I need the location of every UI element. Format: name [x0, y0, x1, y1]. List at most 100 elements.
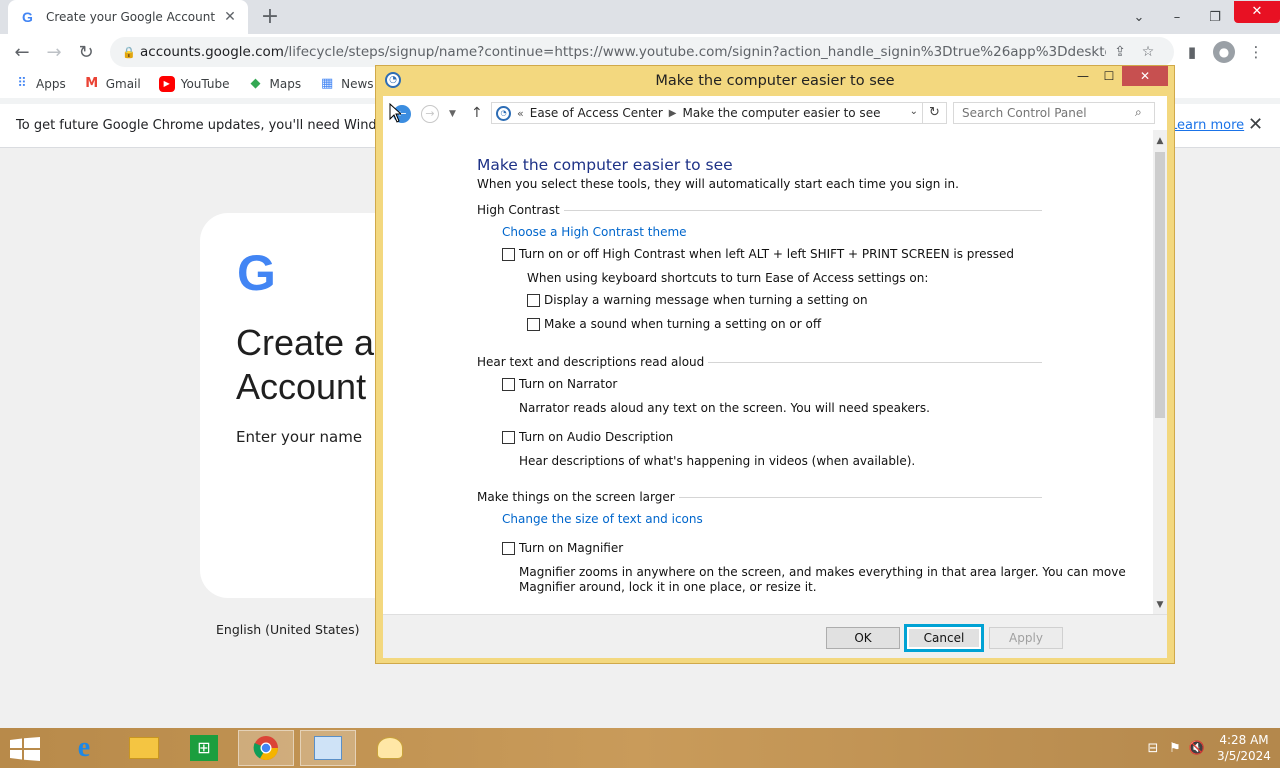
cp-search-input[interactable] [953, 102, 1155, 124]
internet-explorer-icon[interactable]: e [56, 730, 112, 766]
cp-navigation-bar: ← → ▼ ↑ ◔ « Ease of Access Center ▶ Make… [383, 96, 1167, 130]
browser-tab[interactable]: G Create your Google Account ✕ [8, 0, 248, 34]
minimize-icon[interactable]: – [1158, 10, 1196, 25]
breadcrumb-sep: « [517, 106, 524, 120]
toolbar-right: ▮ ● ⋮ [1176, 34, 1272, 70]
checkbox-label: Make a sound when turning a setting on o… [544, 317, 822, 331]
recent-pages-chevron-icon[interactable]: ▼ [449, 105, 456, 123]
cp-titlebar[interactable]: ◔ Make the computer easier to see — ☐ ✕ [376, 66, 1174, 96]
checkbox-box[interactable] [502, 377, 515, 391]
reload-icon[interactable]: ↻ [70, 42, 102, 63]
back-arrow-icon[interactable]: ← [6, 42, 38, 63]
new-tab-icon[interactable]: + [258, 4, 282, 30]
address-dropdown-icon[interactable]: ⌄ [910, 106, 918, 117]
ok-button[interactable]: OK [826, 627, 900, 649]
google-logo-icon: G [237, 245, 276, 301]
address-bar[interactable]: 🔒 accounts.google.com/lifecycle/steps/si… [110, 37, 1174, 67]
kebab-menu-icon[interactable]: ⋮ [1240, 43, 1272, 61]
side-panel-icon[interactable]: ▮ [1176, 43, 1208, 61]
scroll-down-icon[interactable]: ▼ [1153, 600, 1167, 610]
bookmark-maps[interactable]: ◆ Maps [248, 76, 302, 92]
content-description: When you select these tools, they will a… [477, 177, 959, 191]
cp-button-bar: OK Cancel Apply [383, 614, 1167, 658]
bookmark-youtube[interactable]: ▶ YouTube [158, 76, 230, 92]
cp-maximize-icon[interactable]: ☐ [1096, 66, 1122, 86]
bookmark-label: Gmail [105, 77, 141, 91]
checkbox-box[interactable] [502, 430, 515, 444]
section-divider [678, 496, 1042, 498]
up-level-icon[interactable]: ↑ [471, 104, 483, 122]
cp-minimize-icon[interactable]: — [1070, 66, 1096, 86]
infobar-close-icon[interactable]: ✕ [1248, 114, 1263, 135]
restore-icon[interactable]: ❐ [1196, 10, 1234, 25]
section-label: Hear text and descriptions read aloud [477, 355, 705, 369]
cp-address-bar[interactable]: ◔ « Ease of Access Center ▶ Make the com… [491, 102, 923, 124]
tab-title: Create your Google Account [46, 10, 216, 24]
system-tray: ⊟ ⚑ 🔇 4:28 AM 3/5/2024 [1142, 728, 1280, 768]
breadcrumb-chevron-icon[interactable]: ▶ [669, 108, 677, 119]
chrome-tab-bar: G Create your Google Account ✕ + ⌄ – ❐ ✕ [0, 0, 1280, 34]
bookmark-gmail[interactable]: M Gmail [84, 76, 141, 92]
checkbox-box[interactable] [527, 293, 540, 307]
magnifier-checkbox[interactable]: Turn on Magnifier [502, 541, 623, 555]
apply-button[interactable]: Apply [989, 627, 1063, 649]
cp-refresh-icon[interactable]: ↻ [923, 102, 947, 124]
url-text[interactable]: accounts.google.com/lifecycle/steps/sign… [140, 44, 1106, 60]
cancel-button[interactable]: Cancel [904, 624, 984, 652]
shortcut-note: When using keyboard shortcuts to turn Ea… [527, 271, 929, 285]
person-icon: ● [1213, 41, 1235, 63]
search-icon[interactable]: ⌕ [1135, 105, 1142, 120]
checkbox-box[interactable] [502, 247, 515, 261]
flag-tray-icon[interactable]: ⚑ [1164, 741, 1186, 756]
choose-high-contrast-link[interactable]: Choose a High Contrast theme [502, 225, 687, 239]
narrator-checkbox[interactable]: Turn on Narrator [502, 377, 617, 391]
section-divider [563, 209, 1042, 211]
cp-content: Make the computer easier to see When you… [383, 130, 1153, 614]
network-app-icon[interactable] [362, 730, 418, 766]
bookmark-star-icon[interactable]: ☆ [1134, 44, 1162, 60]
profile-avatar[interactable]: ● [1208, 41, 1240, 63]
language-selector[interactable]: English (United States) [216, 622, 360, 637]
scroll-up-icon[interactable]: ▲ [1153, 136, 1167, 146]
windows-start-icon[interactable] [10, 737, 40, 761]
checkbox-label: Display a warning message when turning a… [544, 293, 868, 307]
vertical-scrollbar[interactable]: ▲ ▼ [1153, 130, 1167, 614]
lock-icon: 🔒 [122, 45, 136, 59]
audio-description-checkbox[interactable]: Turn on Audio Description [502, 430, 673, 444]
learn-more-link[interactable]: Learn more [1170, 118, 1244, 133]
chrome-taskbar-icon[interactable] [238, 730, 294, 766]
bookmark-apps[interactable]: ⠿ Apps [14, 76, 65, 92]
control-panel-taskbar-icon[interactable] [300, 730, 356, 766]
breadcrumb-ease-of-access[interactable]: Ease of Access Center [530, 106, 663, 120]
checkbox-box[interactable] [527, 317, 540, 331]
change-text-size-link[interactable]: Change the size of text and icons [502, 512, 703, 526]
content-heading: Make the computer easier to see [477, 156, 733, 174]
volume-muted-icon[interactable]: 🔇 [1186, 741, 1208, 756]
store-icon[interactable]: ⊞ [176, 730, 232, 766]
google-favicon-icon: G [22, 9, 33, 25]
share-icon[interactable]: ⇪ [1106, 44, 1134, 60]
cp-window-controls: — ☐ ✕ [1070, 66, 1168, 86]
cp-close-icon[interactable]: ✕ [1122, 66, 1168, 86]
checkbox-label: Turn on or off High Contrast when left A… [519, 247, 1014, 261]
cp-forward-icon[interactable]: → [421, 105, 439, 123]
checkbox-label: Turn on Audio Description [519, 430, 674, 444]
mouse-cursor-icon [389, 103, 401, 123]
scroll-thumb[interactable] [1155, 152, 1165, 418]
network-tray-icon[interactable]: ⊟ [1142, 741, 1164, 756]
taskbar-clock[interactable]: 4:28 AM 3/5/2024 [1208, 732, 1280, 764]
window-controls: ⌄ – ❐ ✕ [1120, 0, 1280, 34]
breadcrumb-current[interactable]: Make the computer easier to see [683, 106, 881, 120]
warning-message-checkbox[interactable]: Display a warning message when turning a… [527, 293, 868, 307]
tab-close-icon[interactable]: ✕ [222, 9, 238, 25]
youtube-icon: ▶ [158, 76, 175, 92]
make-sound-checkbox[interactable]: Make a sound when turning a setting on o… [527, 317, 821, 331]
file-explorer-icon[interactable] [116, 730, 172, 766]
high-contrast-toggle-checkbox[interactable]: Turn on or off High Contrast when left A… [502, 247, 1014, 261]
close-window-icon[interactable]: ✕ [1234, 1, 1280, 23]
tab-search-chevron-icon[interactable]: ⌄ [1120, 10, 1158, 25]
forward-arrow-icon[interactable]: → [38, 42, 70, 63]
checkbox-box[interactable] [502, 541, 515, 555]
magnifier-description: Magnifier zooms in anywhere on the scree… [519, 565, 1126, 595]
bookmark-news[interactable]: ▦ News [319, 76, 374, 92]
